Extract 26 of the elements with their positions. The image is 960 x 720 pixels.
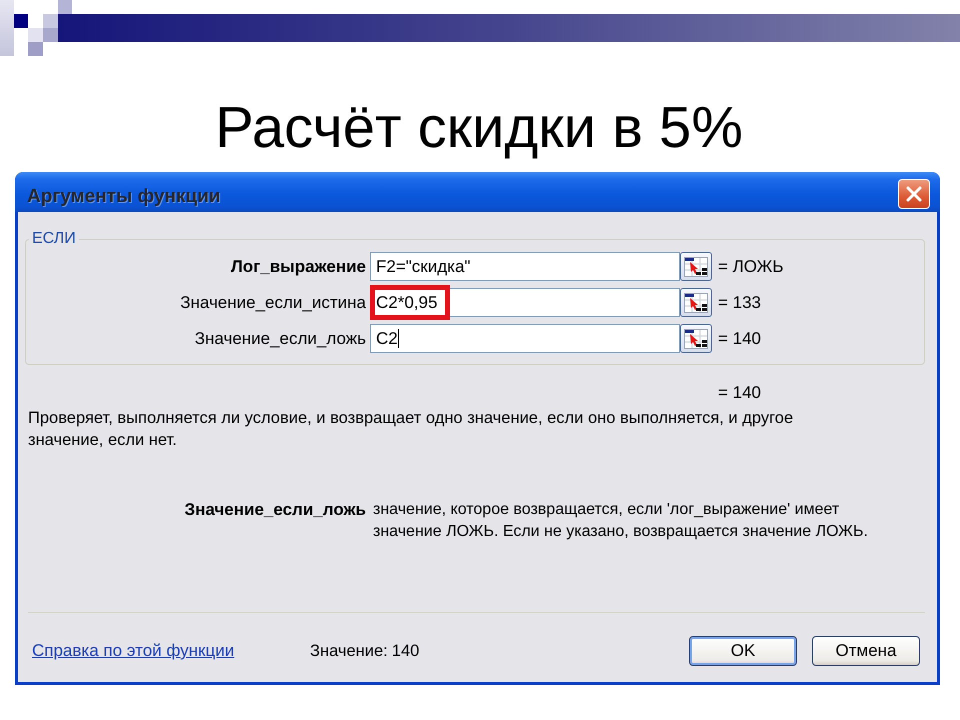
argument-help-text: значение, которое возвращается, если 'лог_выражение' имеет значение ЛОЖЬ. Если не указано, возвращается значение ЛОЖЬ. [373,500,869,542]
argument-label: Значение_если_истина [180,292,366,312]
close-icon [905,185,923,203]
dialog-button[interactable]: Отмена [812,636,920,666]
input-field[interactable]: C2*0,95 [370,288,680,317]
close-button[interactable] [898,179,930,209]
range-select-button[interactable] [680,288,712,317]
argument-result: = ЛОЖЬ [718,256,784,276]
function-description: Проверяет, выполняется ли условие, и возвращает одно значение, если оно выполняется, и другое значение, если нет. [28,408,794,451]
dialog-button[interactable]: OK [689,636,797,666]
range-select-button[interactable] [680,252,712,281]
argument-label: Значение_если_ложь [194,328,366,348]
slide-title: Расчёт скидки в 5% [215,96,744,160]
group-label: ЕСЛИ [31,230,77,248]
value-text: 140 [392,642,420,660]
input-field[interactable]: F2="скидка" [370,252,680,281]
argument-help-label: Значение_если_ложь [184,499,366,521]
input-field[interactable]: C2 [370,324,680,353]
dialog-title: Аргументы функции [27,186,220,208]
help-link[interactable]: Справка по этой функции [32,641,234,661]
argument-result: = 140 [718,328,762,348]
argument-label: Лог_выражение [230,256,366,276]
range-select-button[interactable] [680,324,712,353]
formula-result: = 140 [718,383,762,403]
argument-result: = 133 [718,292,762,312]
value-label: Значение: [310,642,388,660]
